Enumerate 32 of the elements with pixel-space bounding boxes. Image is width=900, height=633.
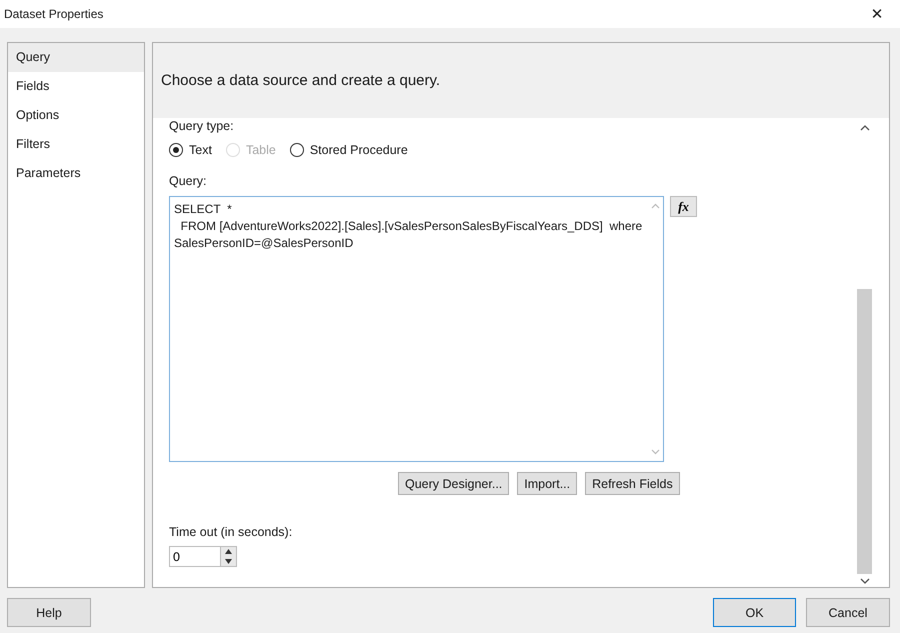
sidebar-item[interactable]: Query bbox=[8, 43, 144, 72]
radio-option[interactable]: Stored Procedure bbox=[290, 143, 408, 157]
header-text: Choose a data source and create a query. bbox=[161, 72, 440, 89]
window-title: Dataset Properties bbox=[4, 7, 104, 21]
radio-button[interactable] bbox=[169, 143, 183, 157]
spin-up-icon[interactable] bbox=[224, 549, 233, 554]
sidebar-item[interactable]: Fields bbox=[8, 72, 144, 101]
query-line: FROM [AdventureWorks2022].[Sales].[vSalesPersonSalesByFiscalYears_DDS] where bbox=[180, 218, 643, 235]
expression-button[interactable]: fx bbox=[670, 196, 697, 217]
query-label: Query: bbox=[169, 174, 207, 188]
timeout-field[interactable]: 0 bbox=[169, 546, 220, 567]
help-button[interactable]: Help bbox=[7, 598, 91, 627]
spin-down-icon[interactable] bbox=[224, 558, 233, 564]
sidebar-item[interactable]: Filters bbox=[8, 130, 144, 159]
ok-button[interactable]: OK bbox=[713, 598, 796, 627]
query-line: SELECT * bbox=[174, 201, 233, 218]
query-action-button[interactable]: Import... bbox=[517, 472, 578, 495]
query-line: SalesPersonID=@SalesPersonID bbox=[174, 235, 354, 252]
scrollbar-thumb[interactable] bbox=[857, 289, 872, 574]
scroll-up-icon[interactable] bbox=[860, 124, 870, 131]
sidebar-item[interactable]: Options bbox=[8, 101, 144, 130]
cancel-button[interactable]: Cancel bbox=[806, 598, 890, 627]
spin-buttons[interactable] bbox=[220, 546, 237, 567]
query-action-button[interactable]: Query Designer... bbox=[398, 472, 510, 495]
radio-option[interactable]: Text bbox=[169, 143, 212, 157]
radio-button[interactable] bbox=[290, 143, 304, 157]
sidebar-item[interactable]: Parameters bbox=[8, 159, 144, 188]
scroll-down-icon[interactable] bbox=[860, 578, 870, 585]
timeout-label: Time out (in seconds): bbox=[169, 525, 292, 539]
close-button[interactable]: ✕ bbox=[854, 0, 900, 28]
query-type-label: Query type: bbox=[169, 119, 234, 133]
query-action-button[interactable]: Refresh Fields bbox=[585, 472, 680, 495]
